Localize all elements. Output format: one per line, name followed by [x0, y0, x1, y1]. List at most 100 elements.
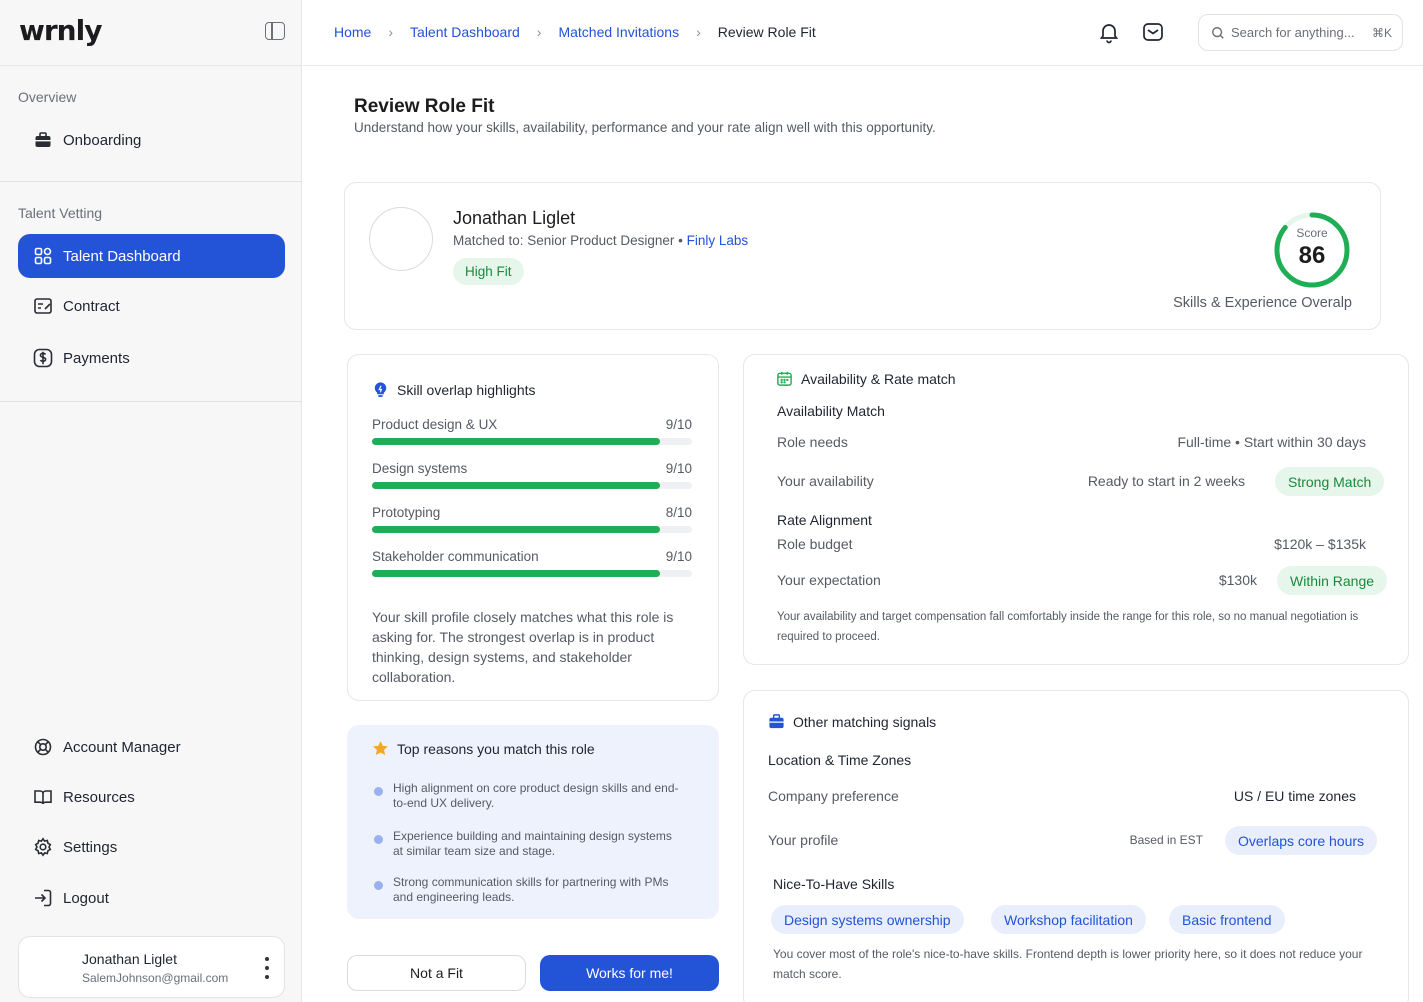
sidebar-divider	[0, 401, 302, 402]
top-reasons-card: Top reasons you match this role High ali…	[347, 725, 719, 919]
skill-score: 8/10	[665, 505, 692, 520]
briefcase-icon	[33, 130, 53, 150]
bell-icon[interactable]	[1097, 20, 1121, 44]
page-subtitle: Understand how your skills, availability…	[354, 120, 936, 135]
contract-icon	[33, 296, 53, 316]
briefcase-icon	[769, 714, 784, 729]
avatar	[369, 207, 433, 271]
nice-skills-note: You cover most of the role's nice-to-hav…	[773, 947, 1363, 981]
search-shortcut: ⌘K	[1371, 25, 1392, 40]
your-expectation-value: $130k	[1218, 572, 1257, 588]
sidebar-item-label: Payments	[63, 349, 130, 367]
sidebar-item-settings[interactable]: Settings	[18, 825, 285, 869]
company-preference-label: Company preference	[768, 788, 899, 804]
candidate-name: Jonathan Liglet	[453, 208, 576, 228]
reason-item: Experience building and maintaining desi…	[371, 829, 681, 859]
sidebar-divider	[0, 181, 302, 182]
company-preference-value: US / EU time zones	[1233, 788, 1356, 804]
sidebar-item-resources[interactable]: Resources	[18, 775, 285, 819]
reason-item: High alignment on core product design sk…	[371, 781, 681, 811]
your-availability-value: Ready to start in 2 weeks	[1087, 473, 1245, 489]
sidebar-header-divider	[0, 65, 302, 66]
skill-summary-text: Your skill profile closely matches what …	[372, 609, 674, 685]
overlaps-core-hours-badge: Overlaps core hours	[1225, 826, 1378, 855]
skill-label: Stakeholder communication	[372, 549, 539, 564]
user-profile-card[interactable]: Jonathan Liglet SalemJohnson@gmail.com	[18, 936, 285, 998]
role-needs-value: Full-time • Start within 30 days	[1177, 434, 1366, 450]
sidebar-item-contract[interactable]: Contract	[18, 284, 285, 328]
your-profile-label: Your profile	[768, 832, 839, 848]
skill-label: Product design & UX	[372, 417, 498, 432]
user-name: Jonathan Liglet	[82, 951, 177, 967]
section-label-talent-vetting: Talent Vetting	[18, 205, 103, 221]
matched-role: Matched to: Senior Product Designer • Fi…	[453, 233, 748, 248]
sidebar-item-label: Resources	[63, 788, 135, 806]
sidebar-item-talent-dashboard[interactable]: Talent Dashboard	[18, 234, 285, 278]
skill-overlap-title: Skill overlap highlights	[372, 381, 536, 398]
breadcrumb: Home › Talent Dashboard › Matched Invita…	[334, 24, 816, 40]
company-link[interactable]: Finly Labs	[687, 233, 749, 248]
sidebar-toggle-icon[interactable]	[265, 22, 285, 40]
your-expectation-label: Your expectation	[777, 572, 881, 588]
chevron-right-icon: ›	[388, 24, 394, 40]
your-availability-label: Your availability	[777, 473, 874, 489]
nice-skill-chip[interactable]: Basic frontend	[1169, 905, 1285, 934]
fit-badge: High Fit	[453, 258, 524, 285]
within-range-badge: Within Range	[1277, 566, 1388, 595]
nice-to-have-heading: Nice-To-Have Skills	[773, 876, 895, 892]
breadcrumb-matched-invitations[interactable]: Matched Invitations	[558, 24, 679, 40]
sidebar-item-logout[interactable]: Logout	[18, 876, 285, 920]
works-for-me-button[interactable]: Works for me!	[540, 955, 719, 991]
top-reasons-title: Top reasons you match this role	[372, 740, 595, 757]
breadcrumb-current: Review Role Fit	[717, 24, 816, 40]
card-title-text: Availability & Rate match	[801, 370, 956, 387]
dollar-icon	[33, 348, 53, 368]
sidebar-item-label: Logout	[63, 889, 109, 907]
role-budget-label: Role budget	[777, 536, 853, 552]
score-caption: Skills & Experience Overalp	[1173, 295, 1352, 311]
skill-row: Stakeholder communication 9/10	[372, 549, 692, 577]
book-icon	[33, 787, 53, 807]
card-title-text: Top reasons you match this role	[397, 740, 595, 757]
skill-bar	[372, 438, 692, 445]
sidebar-item-label: Settings	[63, 838, 118, 856]
nice-skill-chip[interactable]: Workshop facilitation	[991, 905, 1146, 934]
candidate-summary-card: Jonathan Liglet Matched to: Senior Produ…	[344, 182, 1381, 330]
lightbulb-icon	[374, 382, 387, 397]
sidebar-item-account-manager[interactable]: Account Manager	[18, 725, 285, 769]
score-value: 86	[1298, 242, 1326, 269]
breadcrumb-talent-dashboard[interactable]: Talent Dashboard	[410, 24, 520, 40]
user-email: SalemJohnson@gmail.com	[82, 971, 229, 985]
calendar-icon	[777, 371, 792, 386]
skill-label: Prototyping	[372, 505, 441, 520]
search-input[interactable]: Search for anything... ⌘K	[1198, 14, 1403, 51]
reason-item: Strong communication skills for partneri…	[371, 875, 681, 905]
sidebar-item-label: Onboarding	[63, 131, 142, 149]
skill-bar-fill	[372, 570, 660, 577]
skill-bar	[372, 526, 692, 533]
skill-bar-fill	[372, 526, 660, 533]
skill-row: Design systems 9/10	[372, 461, 692, 489]
wrnly-logo[interactable]: wrnly	[19, 14, 102, 47]
chevron-right-icon: ›	[536, 24, 542, 40]
skill-row: Prototyping 8/10	[372, 505, 692, 533]
not-a-fit-button[interactable]: Not a Fit	[347, 955, 526, 991]
card-title-text: Other matching signals	[793, 713, 937, 730]
skill-bar-fill	[372, 438, 660, 445]
top-header: Home › Talent Dashboard › Matched Invita…	[303, 0, 1423, 66]
lifebuoy-icon	[33, 737, 53, 757]
breadcrumb-home[interactable]: Home	[334, 24, 371, 40]
gear-icon	[33, 837, 53, 857]
location-heading: Location & Time Zones	[768, 752, 912, 768]
sidebar-item-onboarding[interactable]: Onboarding	[18, 118, 285, 162]
more-options-icon[interactable]	[264, 957, 270, 979]
nice-skill-chip[interactable]: Design systems ownership	[771, 905, 964, 934]
grid-icon	[33, 246, 53, 266]
star-icon	[373, 741, 388, 756]
inbox-icon[interactable]	[1141, 20, 1165, 44]
skill-score: 9/10	[665, 417, 692, 432]
sidebar-item-payments[interactable]: Payments	[18, 336, 285, 380]
skill-row: Product design & UX 9/10	[372, 417, 692, 445]
strong-match-badge: Strong Match	[1275, 467, 1385, 496]
skill-label: Design systems	[372, 461, 468, 476]
